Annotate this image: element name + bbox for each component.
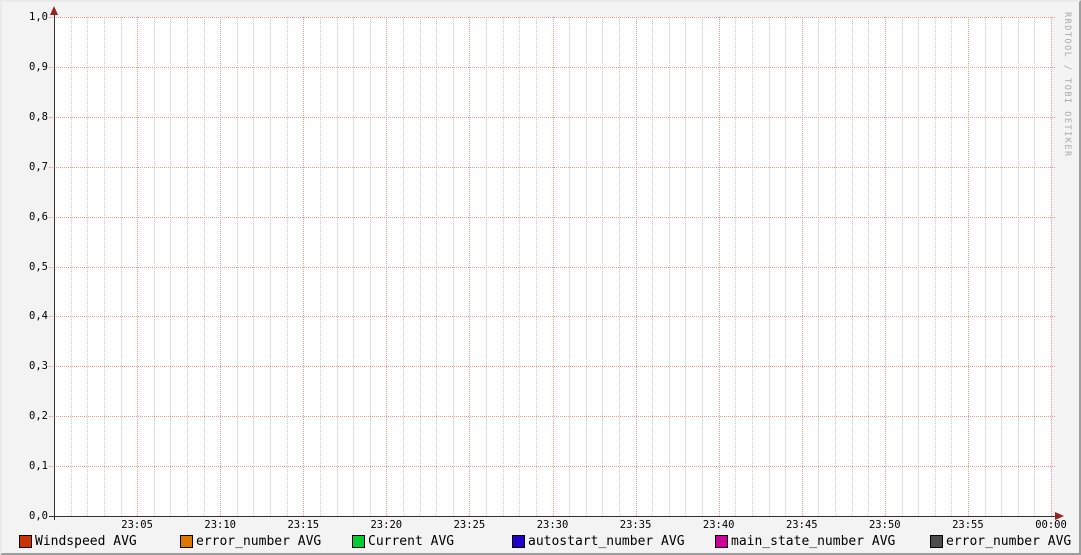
legend-item-error_number: error_number AVG <box>180 533 321 549</box>
y-tick-label: 0,0 <box>29 510 48 522</box>
legend-label: autostart_number AVG <box>528 533 685 549</box>
y-tick-label: 0,6 <box>29 210 48 223</box>
major-hgridline <box>49 366 1055 368</box>
x-tick-label: 23:30 <box>536 519 569 531</box>
x-tick-label: 23:50 <box>868 519 901 531</box>
major-hgridline <box>49 266 1055 268</box>
legend-swatch-icon <box>19 534 32 548</box>
legend-swatch-icon <box>930 534 943 548</box>
legend-label: error_number AVG <box>946 533 1072 549</box>
legend: Windspeed AVG error_number AVG Current AVG… <box>2 533 1079 551</box>
y-axis-arrow-icon <box>50 6 58 15</box>
x-tick-label: 23:55 <box>952 519 984 531</box>
legend-swatch-icon <box>180 534 193 548</box>
y-tick-label: 0,5 <box>29 260 48 273</box>
x-tick-label: 23:35 <box>619 519 652 531</box>
y-tick-label: 0,9 <box>29 60 48 73</box>
legend-swatch-icon <box>715 534 728 548</box>
y-tick-label: 0,7 <box>29 160 48 173</box>
legend-label: Windspeed AVG <box>35 533 137 549</box>
legend-item-main_state_number: main_state_number AVG <box>715 533 895 549</box>
major-hgridline <box>49 166 1055 168</box>
x-tick-label: 23:10 <box>204 519 236 531</box>
y-tick-label: 0,8 <box>29 110 48 123</box>
y-tick-label: 0,3 <box>29 360 48 373</box>
x-tick-label: 23:05 <box>121 519 153 531</box>
x-tick-label: 23:20 <box>370 519 403 531</box>
y-axis-line <box>54 13 55 520</box>
y-tick-label: 1,0 <box>29 11 48 23</box>
y-tick-label: 0,2 <box>29 410 48 423</box>
y-tick-label: 0,4 <box>29 310 48 323</box>
major-hgridline <box>49 416 1055 418</box>
y-tick-label: 0,1 <box>29 460 48 473</box>
legend-swatch-icon <box>512 534 525 548</box>
legend-label: Current AVG <box>368 533 455 549</box>
watermark: RRDTOOL / TOBI OETIKER <box>1062 12 1072 158</box>
x-axis-line <box>49 516 1056 517</box>
legend-swatch-icon <box>352 534 365 548</box>
x-tick-label: 00:00 <box>1035 519 1067 531</box>
x-tick-label: 23:15 <box>287 519 320 531</box>
major-hgridline <box>49 466 1055 468</box>
major-hgridline <box>49 116 1055 118</box>
major-hgridline <box>49 17 1055 18</box>
major-hgridline <box>49 316 1055 318</box>
legend-item-autostart_number: autostart_number AVG <box>512 533 685 549</box>
rrdtool-graph: 0,0 0,1 0,2 0,3 0,4 0,5 0,6 0,7 0,8 0,9 1,0 23:05 2… <box>0 0 1081 555</box>
x-tick-label: 23:40 <box>702 519 735 531</box>
legend-item-error_number_2: error_number AVG <box>930 533 1071 549</box>
legend-item-Windspeed: Windspeed AVG <box>19 533 137 549</box>
major-hgridline <box>49 66 1055 68</box>
legend-label: main_state_number AVG <box>731 533 896 549</box>
major-hgridline <box>49 216 1055 218</box>
legend-label: error_number AVG <box>196 533 322 549</box>
x-tick-label: 23:25 <box>453 519 486 531</box>
legend-item-Current: Current AVG <box>352 533 454 549</box>
x-tick-label: 23:45 <box>785 519 818 531</box>
